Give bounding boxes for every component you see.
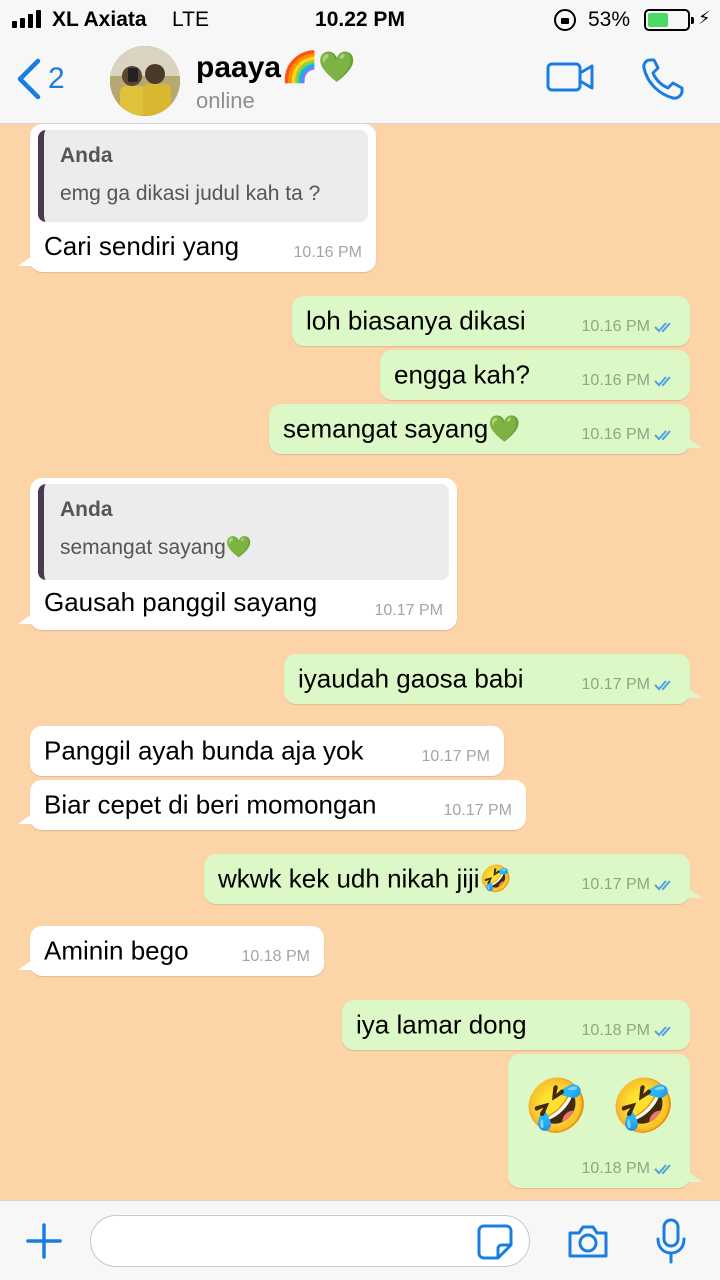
quoted-message[interactable]: Anda emg ga dikasi judul kah ta ? (38, 130, 368, 222)
bubble-tail (688, 438, 702, 448)
message-time: 10.17 PM (375, 602, 443, 620)
message-time: 10.17 PM (444, 802, 512, 820)
message-bubble-incoming[interactable]: Anda emg ga dikasi judul kah ta ? Cari s… (18, 124, 376, 272)
compose-bar (0, 1200, 720, 1280)
timestamp: 10.17 PM (581, 876, 650, 893)
sticker-icon (477, 1224, 513, 1260)
message-time: 10.18 PM (582, 1160, 676, 1178)
quoted-text: emg ga dikasi judul kah ta ? (60, 182, 321, 205)
avatar-photo (110, 46, 180, 116)
quoted-message[interactable]: Anda semangat sayang💚 (38, 484, 449, 580)
video-call-button[interactable] (546, 56, 596, 101)
message-time: 10.17 PM (582, 876, 676, 894)
message-time: 10.16 PM (582, 318, 676, 336)
contact-status: online (196, 88, 255, 113)
bubble-tail (688, 688, 702, 698)
message-time: 10.17 PM (422, 748, 490, 766)
message-text: loh biasanya dikasi (306, 305, 526, 336)
timestamp: 10.18 PM (581, 1022, 650, 1039)
message-bubble-outgoing[interactable]: wkwk kek udh nikah jiji🤣 10.17 PM (204, 854, 702, 904)
battery-icon (644, 9, 694, 31)
message-bubble-outgoing[interactable]: iyaudah gaosa babi 10.17 PM (284, 654, 702, 704)
battery-level (648, 13, 669, 27)
message-text: Panggil ayah bunda aja yok (44, 735, 364, 766)
message-text: Aminin bego (44, 935, 189, 966)
plus-icon (26, 1223, 62, 1259)
attach-button[interactable] (24, 1221, 64, 1266)
microphone-icon (656, 1218, 686, 1264)
quoted-author: Anda (60, 144, 113, 167)
camera-button[interactable] (566, 1221, 610, 1266)
timestamp: 10.17 PM (443, 802, 512, 819)
message-time: 10.16 PM (582, 372, 676, 390)
message-bubble-outgoing[interactable]: engga kah? 10.16 PM (380, 350, 690, 400)
timestamp: 10.17 PM (374, 602, 443, 619)
timestamp: 10.16 PM (581, 372, 650, 389)
voice-message-button[interactable] (654, 1217, 688, 1270)
bubble-tail (18, 614, 32, 624)
message-text: wkwk kek udh nikah jiji🤣 (218, 863, 512, 894)
unread-count: 2 (48, 62, 65, 95)
back-button[interactable]: 2 (14, 54, 65, 104)
battery-percent: 53% (588, 8, 631, 31)
timestamp: 10.17 PM (421, 748, 490, 765)
message-text: semangat sayang💚 (283, 413, 521, 444)
message-time: 10.17 PM (582, 676, 676, 694)
message-text: Gausah panggil sayang (44, 587, 318, 617)
rotation-lock-icon (554, 9, 576, 31)
message-bubble-incoming[interactable]: Panggil ayah bunda aja yok 10.17 PM (30, 726, 504, 776)
message-input[interactable] (90, 1215, 530, 1267)
message-bubble-outgoing[interactable]: semangat sayang💚 10.16 PM (269, 404, 702, 454)
phone-icon (642, 58, 684, 100)
video-camera-icon (546, 62, 594, 92)
message-text: Biar cepet di beri momongan (44, 789, 377, 820)
message-time: 10.16 PM (582, 426, 676, 444)
quoted-author: Anda (60, 498, 113, 521)
message-text: iya lamar dong (356, 1009, 527, 1040)
double-check-icon (654, 322, 671, 333)
contact-name[interactable]: paaya🌈💚 (196, 50, 356, 85)
status-bar: XL Axiata LTE 10.22 PM 53% ⚡ (0, 0, 720, 40)
message-text: engga kah? (394, 359, 530, 390)
message-bubble-outgoing[interactable]: iya lamar dong 10.18 PM (342, 1000, 690, 1050)
chat-header: 2 paaya🌈💚 online (0, 40, 720, 124)
double-check-icon (654, 880, 671, 891)
message-text: iyaudah gaosa babi (298, 663, 524, 694)
double-check-icon (654, 1026, 671, 1037)
double-check-icon (654, 430, 671, 441)
bubble-tail (688, 1172, 702, 1182)
timestamp: 10.17 PM (581, 676, 650, 693)
double-check-icon (654, 680, 671, 691)
message-list[interactable]: Anda emg ga dikasi judul kah ta ? Cari s… (0, 124, 720, 1200)
timestamp: 10.16 PM (581, 426, 650, 443)
emoji-message: 🤣 🤣 (524, 1077, 680, 1136)
timestamp: 10.16 PM (581, 318, 650, 335)
message-bubble-incoming[interactable]: Anda semangat sayang💚 Gausah panggil say… (18, 478, 457, 630)
bubble-tail (18, 256, 32, 266)
double-check-icon (654, 1164, 671, 1175)
chevron-left-icon (17, 58, 41, 100)
avatar[interactable] (110, 46, 180, 116)
message-bubble-incoming[interactable]: Aminin bego 10.18 PM (18, 926, 324, 976)
message-time: 10.18 PM (582, 1022, 676, 1040)
charging-icon: ⚡ (698, 8, 711, 28)
sticker-button[interactable] (476, 1223, 514, 1266)
timestamp: 10.18 PM (241, 948, 310, 965)
quoted-text: semangat sayang💚 (60, 536, 252, 559)
message-bubble-outgoing[interactable]: 🤣 🤣 10.18 PM (508, 1054, 702, 1188)
message-bubble-outgoing[interactable]: loh biasanya dikasi 10.16 PM (292, 296, 690, 346)
timestamp: 10.16 PM (293, 244, 362, 261)
message-time: 10.18 PM (242, 948, 310, 966)
bubble-tail (688, 888, 702, 898)
bubble-tail (18, 960, 32, 970)
message-time: 10.16 PM (294, 244, 362, 262)
bubble-tail (18, 814, 32, 824)
voice-call-button[interactable] (640, 56, 686, 107)
double-check-icon (654, 376, 671, 387)
message-bubble-incoming[interactable]: Biar cepet di beri momongan 10.17 PM (18, 780, 526, 830)
timestamp: 10.18 PM (581, 1160, 650, 1177)
camera-icon (568, 1225, 608, 1258)
message-text: Cari sendiri yang (44, 231, 240, 261)
